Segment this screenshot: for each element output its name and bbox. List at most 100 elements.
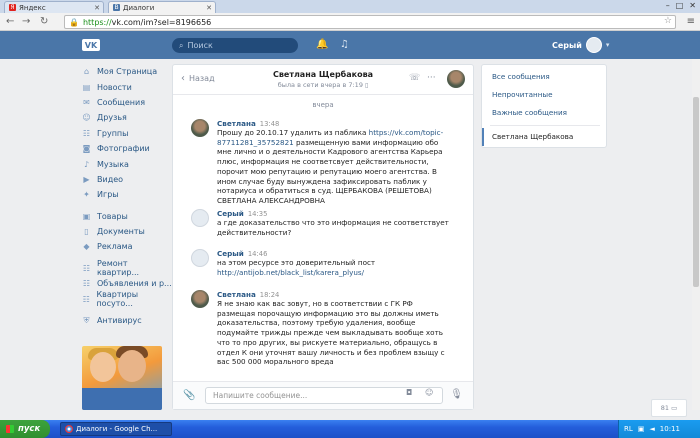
microphone-icon[interactable]: 🎙 — [450, 389, 463, 400]
peer-status-text: была в сети вчера в 7:19 — [277, 81, 363, 89]
documents-icon: ▯ — [84, 227, 89, 237]
video-icon: ▶ — [83, 174, 90, 184]
promo-figure-face — [90, 352, 116, 382]
date-separator: вчера — [312, 101, 334, 109]
nav-item-community-1[interactable]: ☷ Ремонт квартир... — [82, 259, 172, 278]
promo-figure-face — [118, 350, 146, 382]
system-tray: RL ▣ ◄ 10:11 — [618, 420, 700, 438]
browser-toolbar: ← → ↻ 🔒 https://vk.com/im?sel=8196656 ☆ … — [0, 13, 700, 31]
volume-icon[interactable]: ◄ — [649, 425, 654, 433]
vk-logo[interactable]: VK — [82, 39, 100, 51]
nav-item-video[interactable]: ▶ Видео — [82, 172, 172, 187]
start-button[interactable]: пуск — [0, 420, 50, 438]
vk-favicon-icon: В — [113, 4, 120, 11]
bookmark-star-icon[interactable]: ☆ — [664, 16, 672, 26]
filter-unread[interactable]: Непрочитанные — [482, 86, 606, 104]
scrollbar-thumb[interactable] — [693, 97, 699, 287]
nav-item-goods[interactable]: ▣ Товары — [82, 209, 172, 224]
nav-item-messages[interactable]: ✉ Сообщения — [82, 95, 172, 110]
message-author[interactable]: Светлана — [217, 119, 256, 128]
message-author[interactable]: Серый — [217, 249, 244, 258]
taskbar-window-button[interactable]: Диалоги - Google Ch... — [60, 422, 172, 436]
camera-icon[interactable]: ◘ — [406, 388, 412, 397]
groups-icon: ☷ — [82, 128, 91, 138]
nav-label: Сообщения — [97, 97, 146, 107]
nav-label: Группы — [97, 128, 129, 138]
home-icon: ⌂ — [83, 67, 90, 77]
forward-arrow-icon[interactable]: → — [22, 16, 30, 27]
url-path: vk.com/im?sel=8196656 — [111, 17, 212, 27]
promo-banner-image[interactable] — [82, 346, 162, 410]
browser-tab-dialogs[interactable]: В Диалоги ✕ — [108, 1, 216, 13]
user-name: Серый — [552, 40, 582, 50]
community-icon: ☷ — [82, 279, 91, 289]
user-menu[interactable]: Серый ▾ — [552, 37, 609, 53]
nav-label: Ремонт квартир... — [96, 259, 140, 278]
nav-item-photos[interactable]: ◙ Фотографии — [82, 141, 172, 156]
attach-paperclip-icon[interactable]: 📎 — [183, 390, 195, 401]
nav-item-music[interactable]: ♪ Музыка — [82, 156, 172, 171]
messages-icon: ✉ — [83, 97, 90, 107]
close-window-icon[interactable]: ✕ — [689, 1, 696, 10]
nav-item-antivirus[interactable]: ⛨ Антивирус — [82, 313, 172, 328]
nav-item-groups[interactable]: ☷ Группы — [82, 126, 172, 141]
minimize-icon[interactable]: – — [666, 1, 670, 10]
filter-all-messages[interactable]: Все сообщения — [482, 68, 606, 86]
more-options-icon[interactable]: ··· — [427, 73, 436, 83]
nav-item-documents[interactable]: ▯ Документы — [82, 224, 172, 239]
mini-chat-button[interactable]: 81 ▭ — [651, 399, 687, 417]
nav-item-news[interactable]: ▤ Новости — [82, 79, 172, 94]
nav-item-community-3[interactable]: ☷ Квартиры посуто... — [82, 290, 172, 308]
address-bar[interactable]: 🔒 https://vk.com/im?sel=8196656 ☆ — [64, 15, 676, 29]
message-text-part: размещенную вами информацию обо мне личн… — [217, 137, 443, 205]
close-tab-icon[interactable]: ✕ — [94, 4, 100, 12]
message-author[interactable]: Светлана — [217, 290, 256, 299]
message-text-part: а где доказательство что это информация … — [217, 218, 449, 237]
message-text: а где доказательство что это информация … — [217, 218, 449, 237]
photos-icon: ◙ — [82, 144, 91, 154]
message-author[interactable]: Серый — [217, 209, 244, 218]
message-text: на этом ресурсе это доверительный пост h… — [217, 258, 449, 277]
notifications-bell-icon[interactable]: 🔔 — [316, 39, 328, 50]
browser-menu-icon[interactable]: ≡ — [687, 16, 695, 27]
reload-icon[interactable]: ↻ — [40, 16, 48, 27]
goods-icon: ▣ — [82, 211, 91, 221]
music-note-icon[interactable]: ♫ — [340, 39, 349, 50]
taskbar-window-title: Диалоги - Google Ch... — [76, 425, 158, 433]
chevron-down-icon: ▾ — [605, 41, 610, 49]
call-icon[interactable]: ☏ — [409, 73, 420, 83]
nav-label: Документы — [97, 227, 145, 237]
author-avatar[interactable] — [191, 209, 209, 227]
author-avatar[interactable] — [191, 290, 209, 308]
page-scrollbar[interactable] — [692, 59, 700, 410]
browser-tab-yandex[interactable]: Я Яндекс ✕ — [4, 1, 104, 13]
nav-label: Друзья — [97, 113, 127, 123]
filter-important[interactable]: Важные сообщения — [482, 104, 606, 122]
filter-active-dialog[interactable]: Светлана Щербакова — [482, 128, 606, 146]
nav-item-my-page[interactable]: ⌂ Моя Страница — [82, 64, 172, 79]
nav-label: Объявления и р... — [97, 279, 172, 289]
search-input[interactable]: ⌕ Поиск — [172, 38, 298, 53]
url-scheme: https:// — [82, 17, 112, 27]
message-link[interactable]: http://antijob.net/black_list/karera_ply… — [217, 268, 364, 277]
clock[interactable]: 10:11 — [660, 425, 680, 433]
community-icon: ☷ — [82, 263, 91, 273]
author-avatar[interactable] — [191, 249, 209, 267]
nav-item-friends[interactable]: ☺ Друзья — [82, 110, 172, 125]
yandex-favicon-icon: Я — [9, 4, 16, 11]
nav-item-ads[interactable]: ◆ Реклама — [82, 239, 172, 254]
back-arrow-icon[interactable]: ← — [6, 16, 14, 27]
community-icon: ☷ — [82, 294, 90, 304]
maximize-icon[interactable]: □ — [676, 1, 684, 10]
left-navigation: ⌂ Моя Страница ▤ Новости ✉ Сообщения ☺ Друзь… — [82, 64, 172, 328]
emoji-smile-icon[interactable]: ☺ — [425, 388, 433, 397]
language-indicator[interactable]: RL — [624, 425, 633, 433]
network-icon[interactable]: ▣ — [638, 425, 645, 433]
nav-item-games[interactable]: ✦ Игры — [82, 187, 172, 202]
author-avatar[interactable] — [191, 119, 209, 137]
peer-avatar[interactable] — [447, 70, 465, 88]
message-time: 14:46 — [247, 250, 268, 258]
nav-item-community-2[interactable]: ☷ Объявления и р... — [82, 276, 172, 291]
nav-label: Моя Страница — [97, 67, 158, 77]
close-tab-icon[interactable]: ✕ — [206, 4, 212, 12]
